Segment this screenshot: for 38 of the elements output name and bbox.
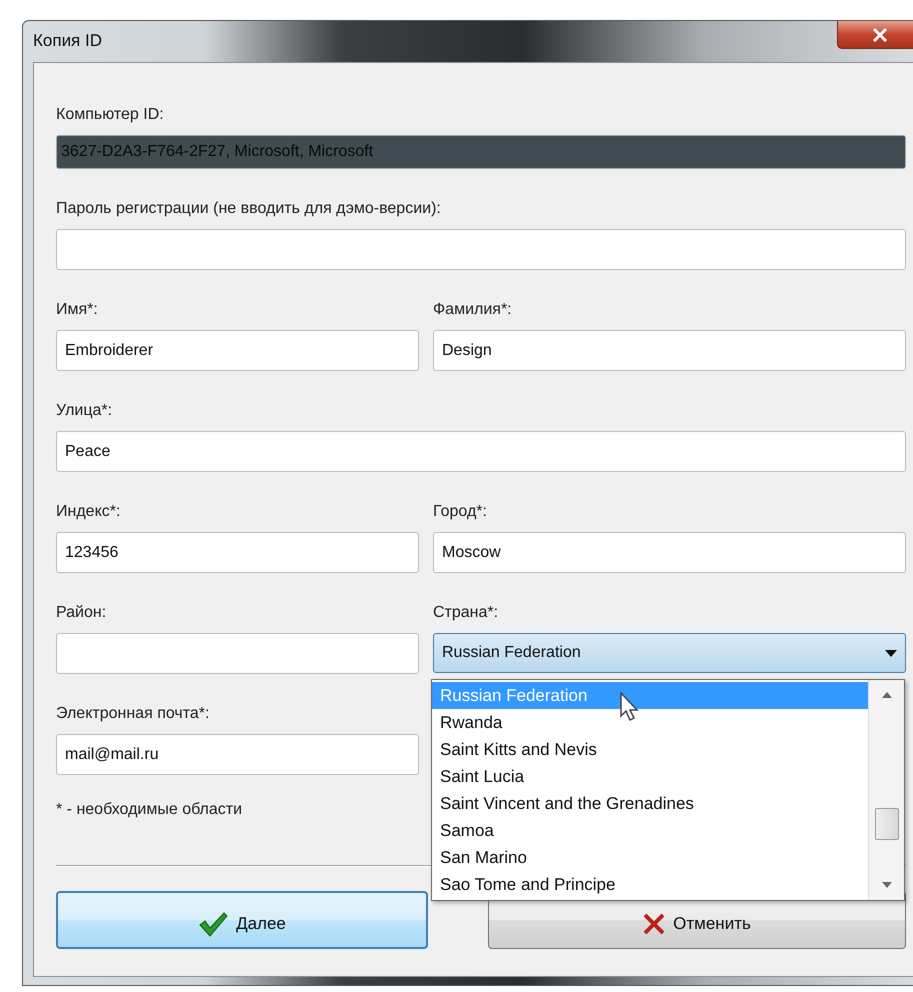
checkmark-icon — [198, 910, 228, 936]
text-field[interactable]: Embroiderer — [56, 330, 419, 371]
text-field[interactable]: mail@mail.ru — [56, 734, 419, 775]
field-label: Страна*: — [433, 603, 500, 623]
scroll-up-icon — [882, 692, 892, 698]
cursor-icon — [620, 692, 640, 722]
field-label: Имя*: — [56, 300, 99, 320]
field-label: Улица*: — [56, 401, 114, 421]
text-field[interactable]: Design — [433, 330, 906, 371]
field-label: Индекс*: — [56, 502, 122, 522]
cross-icon — [643, 912, 666, 934]
scrollbar[interactable] — [868, 680, 904, 900]
close-icon — [872, 28, 888, 42]
country-option[interactable]: Rwanda — [432, 709, 868, 736]
text-field[interactable]: 123456 — [56, 532, 419, 573]
scroll-down-icon — [882, 882, 892, 888]
country-option[interactable]: Saint Vincent and the Grenadines — [432, 790, 868, 817]
field-label: Фамилия*: — [433, 300, 513, 320]
country-option[interactable]: Saint Kitts and Nevis — [432, 736, 868, 763]
scroll-thumb[interactable] — [874, 808, 898, 840]
window-title: Копия ID — [33, 31, 102, 51]
country-option[interactable]: Saint Lucia — [432, 763, 868, 790]
text-field[interactable]: Moscow — [433, 532, 906, 573]
country-option[interactable]: Samoa — [432, 817, 868, 844]
close-button[interactable] — [837, 21, 913, 49]
field-label: Город*: — [433, 502, 488, 522]
next-button[interactable]: Далее — [56, 891, 428, 949]
country-dropdown[interactable]: Russian Federation — [433, 633, 906, 673]
caret-icon — [885, 650, 897, 656]
text-field[interactable] — [56, 229, 906, 270]
field-label: Пароль регистрации (не вводить для дэмо-версии): — [56, 199, 442, 219]
text-field[interactable]: Peace — [56, 431, 906, 472]
text-field[interactable] — [56, 633, 419, 674]
required-note: * - необходимые области — [56, 801, 242, 819]
field-label: Район: — [56, 603, 108, 623]
field-label: Компьютер ID: — [56, 105, 165, 125]
field-label: Электронная почта*: — [56, 704, 210, 724]
country-option[interactable]: San Marino — [432, 844, 868, 871]
